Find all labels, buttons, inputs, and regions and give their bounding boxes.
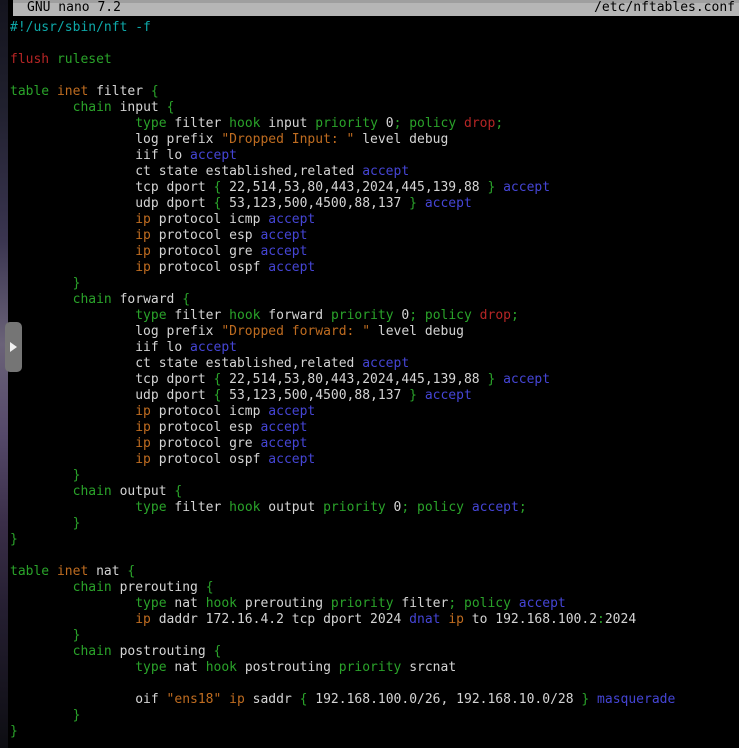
code-line: type filter hook output priority 0; poli… bbox=[10, 500, 739, 516]
code-line: flush ruleset bbox=[10, 52, 739, 68]
code-line: ip protocol ospf accept bbox=[10, 452, 739, 468]
code-line: ip daddr 172.16.4.2 tcp dport 2024 dnat … bbox=[10, 612, 739, 628]
code-line: log prefix "Dropped Input: " level debug bbox=[10, 132, 739, 148]
code-line: oif "ens18" ip saddr { 192.168.100.0/26,… bbox=[10, 692, 739, 708]
code-line: chain output { bbox=[10, 484, 739, 500]
code-line: chain postrouting { bbox=[10, 644, 739, 660]
code-line: chain prerouting { bbox=[10, 580, 739, 596]
code-line: ip protocol ospf accept bbox=[10, 260, 739, 276]
code-line: type filter hook forward priority 0; pol… bbox=[10, 308, 739, 324]
code-line: ip protocol gre accept bbox=[10, 244, 739, 260]
code-line: type nat hook prerouting priority filter… bbox=[10, 596, 739, 612]
code-line bbox=[10, 548, 739, 564]
code-line: tcp dport { 22,514,53,80,443,2024,445,13… bbox=[10, 372, 739, 388]
code-line bbox=[10, 676, 739, 692]
code-line: } bbox=[10, 516, 739, 532]
code-line: table inet filter { bbox=[10, 84, 739, 100]
code-line: iif lo accept bbox=[10, 148, 739, 164]
panel-expander-handle[interactable] bbox=[5, 322, 22, 372]
code-line: udp dport { 53,123,500,4500,88,137 } acc… bbox=[10, 196, 739, 212]
code-line: } bbox=[10, 468, 739, 484]
code-line: ip protocol icmp accept bbox=[10, 212, 739, 228]
code-line: } bbox=[10, 628, 739, 644]
code-line: ct state established,related accept bbox=[10, 356, 739, 372]
code-line: type filter hook input priority 0; polic… bbox=[10, 116, 739, 132]
code-line: chain input { bbox=[10, 100, 739, 116]
code-line bbox=[10, 68, 739, 84]
code-line: type nat hook postrouting priority srcna… bbox=[10, 660, 739, 676]
code-line bbox=[10, 36, 739, 52]
code-line: } bbox=[10, 532, 739, 548]
code-line: chain forward { bbox=[10, 292, 739, 308]
expand-arrow-icon bbox=[10, 342, 17, 352]
terminal-window: GNU nano 7.2 /etc/nftables.conf #!/usr/s… bbox=[8, 0, 739, 748]
code-line: ip protocol gre accept bbox=[10, 436, 739, 452]
code-line: ip protocol esp accept bbox=[10, 228, 739, 244]
code-line: tcp dport { 22,514,53,80,443,2024,445,13… bbox=[10, 180, 739, 196]
nano-titlebar: GNU nano 7.2 /etc/nftables.conf bbox=[13, 0, 739, 16]
desktop-background bbox=[0, 0, 8, 748]
nano-app-title: GNU nano 7.2 bbox=[27, 0, 121, 16]
code-line: table inet nat { bbox=[10, 564, 739, 580]
code-line: ip protocol icmp accept bbox=[10, 404, 739, 420]
code-line: } bbox=[10, 708, 739, 724]
nano-file-path: /etc/nftables.conf bbox=[594, 0, 735, 16]
editor-area[interactable]: #!/usr/sbin/nft -f flush ruleset table ine… bbox=[8, 16, 739, 740]
code-line: ct state established,related accept bbox=[10, 164, 739, 180]
code-line: } bbox=[10, 276, 739, 292]
code-line: } bbox=[10, 724, 739, 740]
code-line: log prefix "Dropped forward: " level deb… bbox=[10, 324, 739, 340]
code-line: #!/usr/sbin/nft -f bbox=[10, 20, 739, 36]
code-line: iif lo accept bbox=[10, 340, 739, 356]
code-line: ip protocol esp accept bbox=[10, 420, 739, 436]
code-line: udp dport { 53,123,500,4500,88,137 } acc… bbox=[10, 388, 739, 404]
